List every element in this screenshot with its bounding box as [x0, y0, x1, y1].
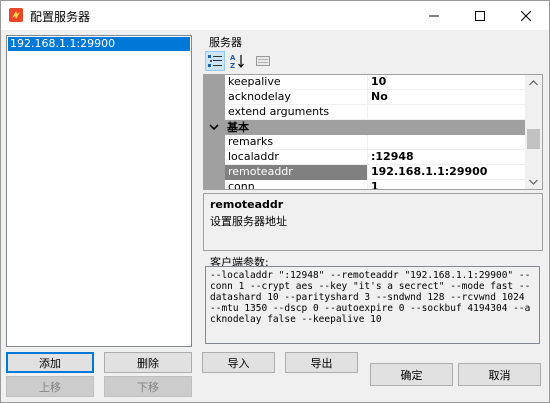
maximize-icon [475, 10, 485, 21]
property-grid[interactable]: keepalive 10 acknodelay No extend argume… [203, 74, 543, 190]
add-button[interactable]: 添加 [6, 352, 94, 373]
delete-button[interactable]: 删除 [104, 352, 192, 373]
categorized-button[interactable] [205, 51, 225, 71]
client-params-textbox[interactable]: --localaddr ":12948" --remoteaddr "192.1… [205, 266, 540, 344]
property-name: localaddr [225, 150, 368, 165]
property-name: keepalive [225, 75, 368, 90]
ok-button[interactable]: 确定 [370, 363, 453, 386]
move-up-button[interactable]: 上移 [6, 376, 94, 397]
property-value[interactable]: 10 [368, 75, 527, 90]
server-group-label: 服务器 [209, 36, 242, 49]
property-name: remoteaddr [225, 165, 368, 180]
property-name: conn [225, 180, 368, 189]
property-pages-button[interactable] [253, 51, 273, 71]
description-title: remoteaddr [210, 198, 284, 211]
property-value[interactable] [368, 105, 527, 120]
server-list[interactable]: 192.168.1.1:29900 [6, 35, 192, 347]
property-pages-icon [256, 56, 270, 66]
property-row-extend-arguments[interactable]: extend arguments [204, 105, 527, 120]
svg-text:Z: Z [230, 62, 235, 69]
title-bar: 配置服务器 [1, 1, 549, 30]
property-row-conn[interactable]: conn 1 [204, 180, 527, 189]
import-button[interactable]: 导入 [202, 352, 275, 373]
category-label: 基本 [227, 121, 249, 134]
property-value[interactable] [368, 135, 527, 150]
property-description-panel: remoteaddr 设置服务器地址 [203, 193, 543, 251]
close-button[interactable] [503, 1, 549, 30]
window-title: 配置服务器 [30, 10, 91, 24]
minimize-icon [429, 15, 439, 16]
property-row-acknodelay[interactable]: acknodelay No [204, 90, 527, 105]
property-row-remoteaddr[interactable]: remoteaddr 192.168.1.1:29900 [204, 165, 527, 180]
config-server-window: 配置服务器 192.168.1.1:29900 服务器 A Z keepaliv… [0, 0, 550, 403]
move-down-button[interactable]: 下移 [104, 376, 192, 397]
property-category-basic[interactable]: 基本 [204, 120, 527, 135]
property-name: remarks [225, 135, 368, 150]
property-value[interactable]: 192.168.1.1:29900 [368, 165, 527, 180]
cancel-button[interactable]: 取消 [458, 363, 541, 386]
property-grid-scrollbar[interactable] [525, 75, 542, 189]
app-icon [9, 8, 23, 22]
svg-text:A: A [230, 54, 236, 62]
property-name: acknodelay [225, 90, 368, 105]
scroll-thumb[interactable] [527, 129, 540, 149]
sort-alphabetical-button[interactable]: A Z [227, 51, 247, 71]
minimize-button[interactable] [411, 1, 457, 30]
categorized-icon [208, 55, 222, 67]
scroll-up-button[interactable] [525, 75, 542, 90]
description-text: 设置服务器地址 [210, 215, 287, 228]
export-button[interactable]: 导出 [285, 352, 358, 373]
close-icon [521, 10, 531, 21]
property-toolbar: A Z [203, 49, 543, 74]
property-name: extend arguments [225, 105, 368, 120]
property-value[interactable]: No [368, 90, 527, 105]
chevron-up-icon [529, 79, 538, 85]
chevron-down-icon[interactable] [208, 121, 220, 133]
property-value[interactable]: :12948 [368, 150, 527, 165]
sort-az-icon: A Z [230, 54, 244, 69]
maximize-button[interactable] [457, 1, 503, 30]
property-value[interactable]: 1 [368, 180, 527, 189]
property-row-remarks[interactable]: remarks [204, 135, 527, 150]
property-row-keepalive[interactable]: keepalive 10 [204, 75, 527, 90]
server-list-item[interactable]: 192.168.1.1:29900 [8, 37, 190, 51]
scroll-down-button[interactable] [525, 174, 542, 189]
property-row-localaddr[interactable]: localaddr :12948 [204, 150, 527, 165]
chevron-down-icon [529, 179, 538, 185]
